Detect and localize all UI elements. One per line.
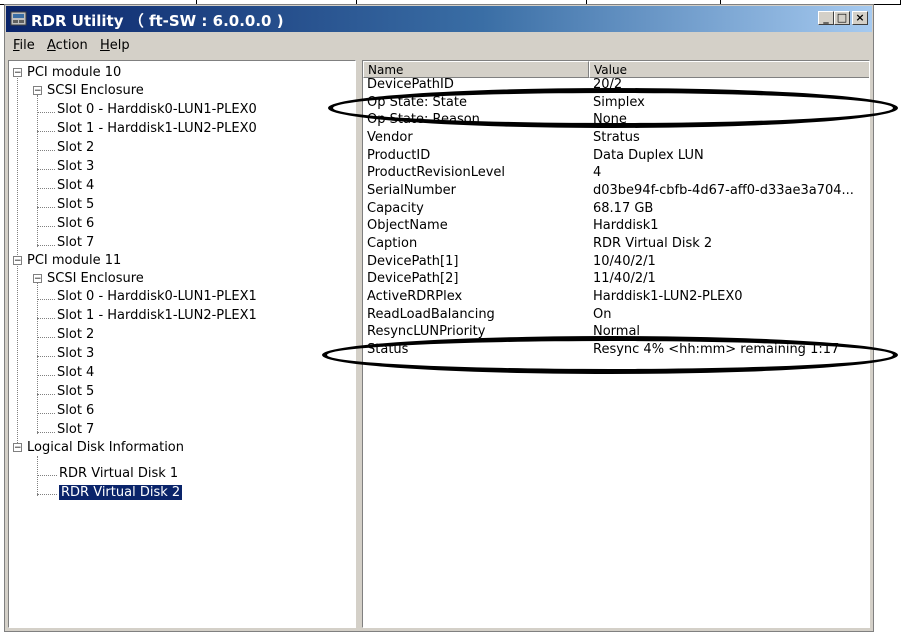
- list-row[interactable]: ProductID Data Duplex LUN: [363, 148, 869, 164]
- tree-node-slot[interactable]: Slot 7: [57, 420, 94, 439]
- list-row[interactable]: DevicePathID 20/2: [363, 77, 869, 93]
- tree-node-slot[interactable]: Slot 1 - Harddisk1-LUN2-PLEX0: [57, 119, 257, 138]
- list-row[interactable]: Op State: Reason None: [363, 112, 869, 128]
- menu-action[interactable]: Action: [47, 38, 88, 53]
- list-row[interactable]: DevicePath[2] 11/40/2/1: [363, 271, 869, 287]
- tree-node-slot[interactable]: Slot 2: [57, 138, 94, 157]
- list-row[interactable]: ActiveRDRPlex Harddisk1-LUN2-PLEX0: [363, 289, 869, 305]
- list-row[interactable]: Vendor Stratus: [363, 130, 869, 146]
- device-tree-pane[interactable]: − PCI module 10 − SCSI Enclosure Slot 0 …: [8, 60, 356, 628]
- collapse-icon[interactable]: −: [13, 256, 22, 266]
- column-header-name[interactable]: Name: [363, 61, 589, 78]
- properties-list-pane[interactable]: Name Value DevicePathID 20/2 Op State: St…: [362, 60, 870, 628]
- tree-node-slot[interactable]: Slot 4: [57, 176, 94, 195]
- tree-node-slot[interactable]: Slot 4: [57, 363, 94, 382]
- maximize-button[interactable]: □: [834, 11, 850, 25]
- tree-node-slot[interactable]: Slot 0 - Harddisk0-LUN1-PLEX0: [57, 100, 257, 119]
- tree-node-slot[interactable]: Slot 6: [57, 401, 94, 420]
- list-row[interactable]: ResyncLUNPriority Normal: [363, 324, 869, 340]
- list-row[interactable]: Capacity 68.17 GB: [363, 201, 869, 217]
- tree-node-slot[interactable]: Slot 3: [57, 344, 94, 363]
- app-icon: [10, 11, 27, 26]
- close-button[interactable]: ×: [852, 11, 868, 25]
- rdr-utility-window: RDR Utility （ ft-SW : 6.0.0.0 ) _ □ × Fi…: [4, 4, 874, 632]
- minimize-button[interactable]: _: [818, 11, 834, 25]
- collapse-icon[interactable]: −: [13, 443, 22, 453]
- collapse-icon[interactable]: −: [13, 68, 22, 78]
- list-row[interactable]: SerialNumber d03be94f-cbfb-4d67-aff0-d33a…: [363, 183, 869, 199]
- collapse-icon[interactable]: −: [33, 274, 42, 284]
- list-row[interactable]: DevicePath[1] 10/40/2/1: [363, 254, 869, 270]
- column-header-value[interactable]: Value: [589, 61, 869, 78]
- menu-bar: File Action Help: [7, 35, 871, 55]
- tree-node-slot[interactable]: Slot 3: [57, 157, 94, 176]
- tree-node-slot[interactable]: Slot 0 - Harddisk0-LUN1-PLEX1: [57, 287, 257, 306]
- tree-node-slot[interactable]: Slot 1 - Harddisk1-LUN2-PLEX1: [57, 306, 257, 325]
- window-title: RDR Utility （ ft-SW : 6.0.0.0 ): [31, 12, 284, 30]
- list-header: Name Value: [363, 61, 869, 78]
- tree-node-slot[interactable]: Slot 5: [57, 195, 94, 214]
- tree-node-slot[interactable]: Slot 7: [57, 233, 94, 252]
- title-bar[interactable]: RDR Utility （ ft-SW : 6.0.0.0 ) _ □ ×: [6, 6, 872, 32]
- list-row[interactable]: Status Resync 4% <hh:mm> remaining 1:17: [363, 342, 869, 358]
- tree-node-rdr-virtual-disk-2[interactable]: RDR Virtual Disk 2: [59, 483, 183, 502]
- tree-node-slot[interactable]: Slot 2: [57, 325, 94, 344]
- tree-node-slot[interactable]: Slot 5: [57, 382, 94, 401]
- tree-node-rdr-virtual-disk-1[interactable]: RDR Virtual Disk 1: [59, 464, 178, 483]
- tree-node-slot[interactable]: Slot 6: [57, 214, 94, 233]
- list-row[interactable]: ObjectName Harddisk1: [363, 218, 869, 234]
- list-row[interactable]: ProductRevisionLevel 4: [363, 165, 869, 181]
- list-row[interactable]: ReadLoadBalancing On: [363, 307, 869, 323]
- collapse-icon[interactable]: −: [33, 86, 42, 96]
- selected-item-label: RDR Virtual Disk 2: [59, 485, 183, 500]
- menu-file[interactable]: File: [13, 38, 35, 53]
- list-row[interactable]: Op State: State Simplex: [363, 95, 869, 111]
- menu-help[interactable]: Help: [100, 38, 130, 53]
- list-row[interactable]: Caption RDR Virtual Disk 2: [363, 236, 869, 252]
